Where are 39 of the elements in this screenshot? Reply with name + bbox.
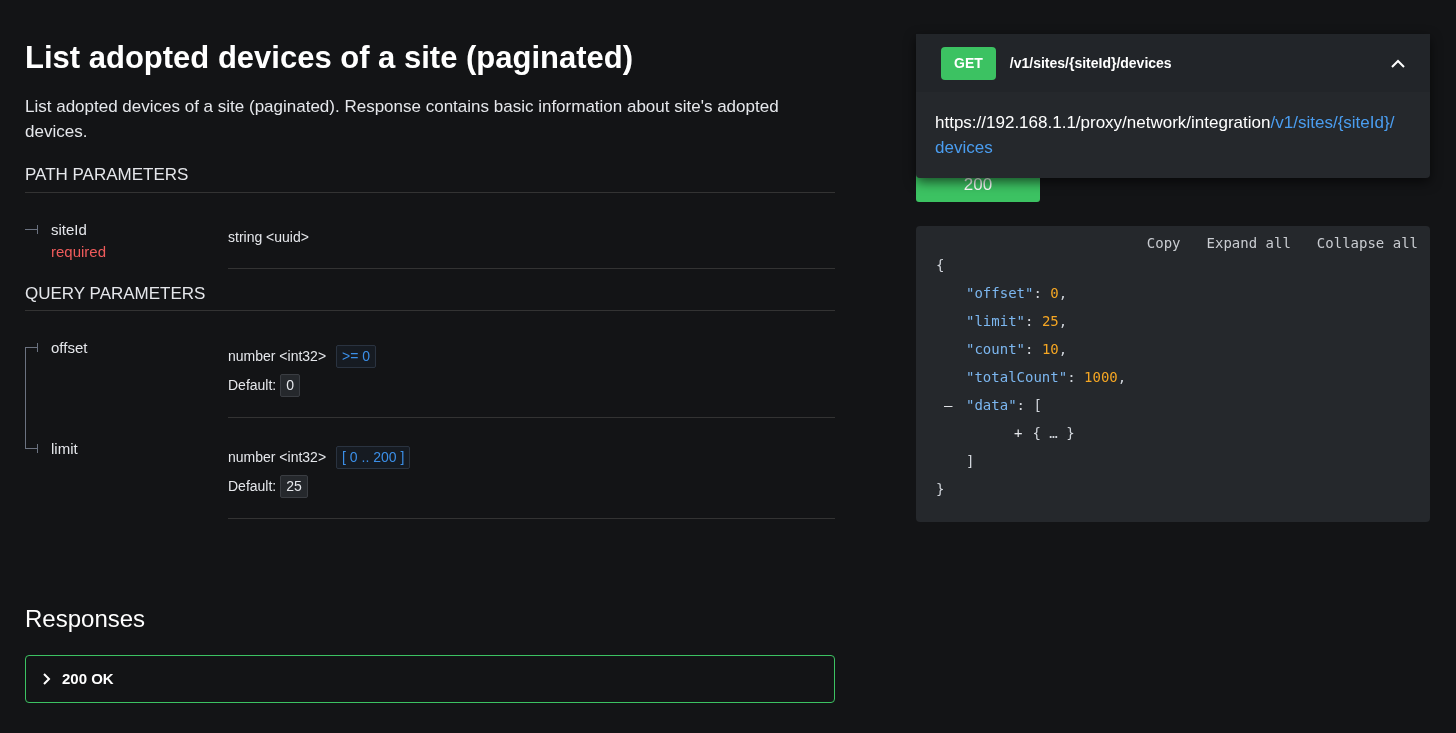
method-badge: GET [941, 46, 996, 80]
description: List adopted devices of a site (paginated). Response contains basic information about site's adopted devices. [25, 96, 780, 143]
default-label: Default: [228, 376, 277, 395]
default-value: 25 [280, 475, 308, 498]
section-heading: QUERY PARAMETERS [25, 283, 206, 303]
endpoint-url: https://192.168.1.1/proxy/network/integration/v1/sites/{siteId}/devices [935, 112, 1396, 159]
code-line: "data": [ [966, 397, 1042, 413]
chevron-icon [1391, 58, 1405, 68]
page-title: List adopted devices of a site (paginated) [25, 39, 635, 77]
collapse-toggle[interactable]: – [944, 394, 953, 416]
constraint-tag: [ 0 .. 200 ] [336, 446, 411, 469]
expand-toggle[interactable]: + [1014, 422, 1023, 444]
param-type: number <int32> [228, 347, 327, 366]
param-type: number <int32> [228, 448, 327, 467]
code-line: ] [966, 453, 975, 469]
required-label: required [51, 242, 107, 262]
code-action-button[interactable]: Copy [1146, 232, 1181, 254]
param-name: limit [51, 439, 78, 459]
default-value: 0 [280, 374, 301, 397]
code-line: "offset": 0, [966, 285, 1068, 301]
code-line: { … } [1032, 424, 1075, 443]
param-name: siteId [51, 219, 88, 240]
default-label: Default: [228, 477, 277, 496]
code-line: { [936, 257, 945, 273]
endpoint-path: /v1/sites/{siteId}/devices [1009, 53, 1173, 73]
section-heading: PATH PARAMETERS [25, 165, 189, 184]
response-row[interactable]: 200 OK [25, 655, 835, 703]
section-heading: Responses [25, 605, 146, 632]
param-name: offset [51, 338, 88, 358]
constraint-tag: >= 0 [336, 345, 377, 368]
code-line: "limit": 25, [966, 313, 1068, 329]
chevron-icon [42, 673, 52, 685]
param-type: string <uuid> [228, 227, 309, 247]
code-action-button[interactable]: Collapse all [1316, 232, 1418, 254]
endpoint-header[interactable]: GET /v1/sites/{siteId}/devices [916, 34, 1430, 92]
code-line: "totalCount": 1000, [966, 369, 1127, 385]
code-action-button[interactable]: Expand all [1206, 232, 1291, 254]
code-line: "count": 10, [966, 341, 1068, 357]
code-line: } [936, 481, 945, 497]
